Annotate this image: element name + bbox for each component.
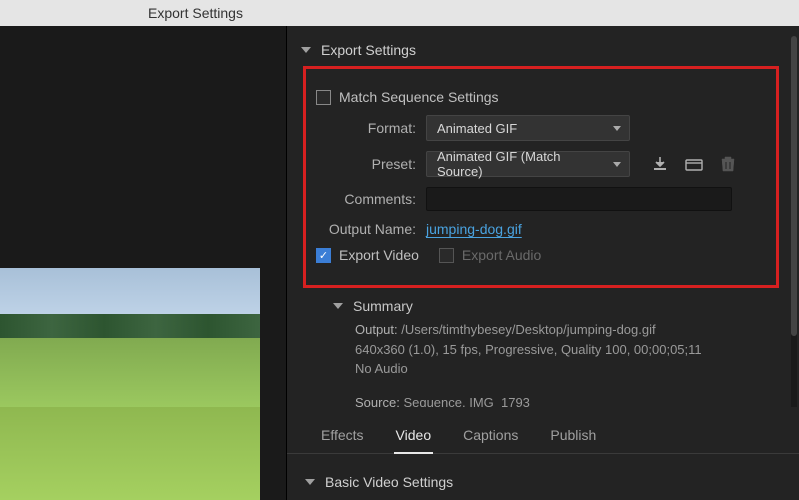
- match-sequence-label: Match Sequence Settings: [339, 89, 499, 105]
- window-titlebar: Export Settings: [0, 0, 799, 26]
- export-audio-checkbox: [439, 248, 454, 263]
- scrollbar-thumb[interactable]: [791, 36, 797, 336]
- summary-output-audio: No Audio: [355, 359, 779, 379]
- basic-video-section-header[interactable]: Basic Video Settings: [305, 474, 781, 490]
- export-settings-group: Match Sequence Settings Format: Animated…: [303, 66, 779, 288]
- comments-input[interactable]: [426, 187, 732, 211]
- tab-video[interactable]: Video: [380, 419, 448, 453]
- summary-output-specs: 640x360 (1.0), 15 fps, Progressive, Qual…: [355, 340, 779, 360]
- output-name-link[interactable]: jumping-dog.gif: [426, 221, 522, 237]
- chevron-down-icon: [333, 303, 343, 309]
- summary-output-path: /Users/timthybesey/Desktop/jumping-dog.g…: [401, 322, 655, 337]
- export-video-checkbox[interactable]: ✓: [316, 248, 331, 263]
- export-settings-title: Export Settings: [321, 42, 416, 58]
- delete-preset-icon: [718, 154, 738, 174]
- format-value: Animated GIF: [437, 121, 517, 136]
- chevron-down-icon: [305, 479, 315, 485]
- match-sequence-checkbox[interactable]: [316, 90, 331, 105]
- format-label: Format:: [320, 120, 416, 136]
- preset-dropdown[interactable]: Animated GIF (Match Source): [426, 151, 630, 177]
- preview-panel: [0, 26, 287, 500]
- preview-thumbnail[interactable]: [0, 268, 260, 500]
- summary-output-label: Output:: [355, 322, 398, 337]
- summary-body: Output: /Users/timthybesey/Desktop/jumpi…: [355, 320, 779, 407]
- save-preset-icon[interactable]: [650, 154, 670, 174]
- export-video-label: Export Video: [339, 247, 419, 263]
- import-preset-icon[interactable]: [684, 154, 704, 174]
- basic-video-title: Basic Video Settings: [325, 474, 453, 490]
- tab-publish[interactable]: Publish: [534, 419, 612, 453]
- window-title: Export Settings: [148, 5, 243, 21]
- chevron-down-icon: [301, 47, 311, 53]
- summary-section-header[interactable]: Summary: [333, 298, 779, 314]
- tab-captions[interactable]: Captions: [447, 419, 534, 453]
- summary-source-label: Source:: [355, 395, 400, 408]
- settings-panel: Export Settings Match Sequence Settings …: [287, 26, 799, 500]
- format-dropdown[interactable]: Animated GIF: [426, 115, 630, 141]
- summary-source-name: Sequence, IMG_1793: [403, 395, 529, 408]
- tab-effects[interactable]: Effects: [305, 419, 380, 453]
- comments-label: Comments:: [320, 191, 416, 207]
- preset-value: Animated GIF (Match Source): [437, 149, 605, 179]
- summary-title: Summary: [353, 298, 413, 314]
- output-name-label: Output Name:: [320, 221, 416, 237]
- export-audio-label: Export Audio: [462, 247, 541, 263]
- tabs-row: Effects Video Captions Publish: [287, 419, 799, 454]
- preset-label: Preset:: [320, 156, 416, 172]
- export-settings-section-header[interactable]: Export Settings: [301, 42, 779, 58]
